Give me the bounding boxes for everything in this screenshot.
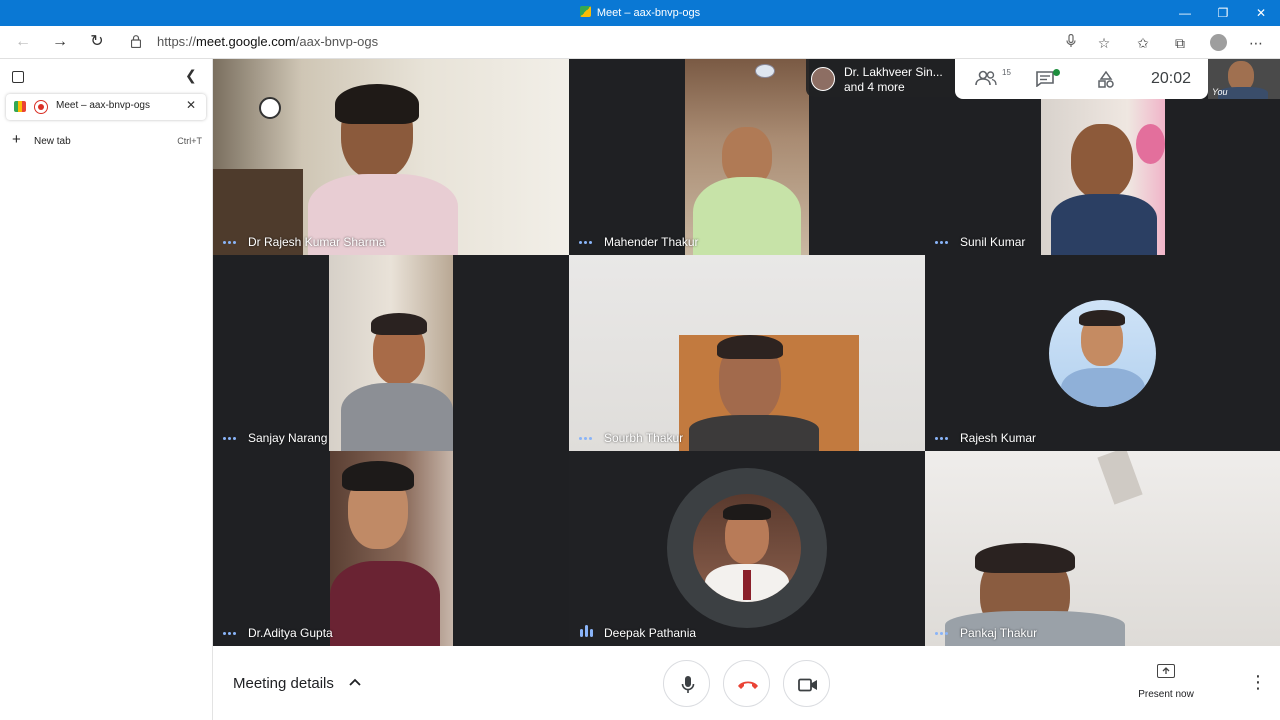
more-options-icon[interactable]: ⋮ — [1249, 672, 1267, 693]
tab-meet[interactable]: Meet – aax-bnvp-ogs ✕ — [6, 94, 206, 120]
url-field[interactable]: https://meet.google.com/aax-bnvp-ogs — [157, 34, 378, 49]
participant-tile[interactable]: Pankaj Thakur — [925, 451, 1280, 646]
back-icon[interactable]: ← — [12, 32, 34, 52]
camera-button[interactable] — [783, 660, 830, 707]
forward-icon[interactable]: → — [49, 32, 71, 52]
participant-tile[interactable]: Dr.Aditya Gupta — [213, 451, 569, 646]
profile-avatar-icon[interactable] — [1210, 34, 1227, 51]
avatar — [811, 67, 835, 91]
plus-icon: + — [12, 131, 21, 148]
leave-call-button[interactable] — [723, 660, 770, 707]
close-tab-icon[interactable]: ✕ — [186, 98, 196, 112]
tab-actions-icon[interactable] — [12, 71, 24, 83]
chevron-up-icon[interactable] — [349, 674, 361, 690]
microphone-icon — [664, 661, 711, 708]
participant-tile[interactable]: Deepak Pathania — [569, 451, 925, 646]
participant-video — [685, 59, 809, 255]
favorites-icon[interactable]: ✩ — [1132, 32, 1154, 54]
more-options-icon[interactable] — [935, 241, 949, 245]
microphone-icon[interactable] — [1060, 32, 1082, 54]
self-view-label: You — [1212, 87, 1228, 97]
more-options-icon[interactable] — [579, 437, 593, 441]
new-tab-button[interactable]: + New tab Ctrl+T — [12, 131, 202, 151]
url-domain: meet.google.com — [196, 34, 296, 49]
present-now-button[interactable]: Present now — [1126, 664, 1206, 700]
camera-icon — [784, 661, 831, 708]
collapse-sidebar-icon[interactable]: ❮ — [185, 67, 197, 84]
collections-icon[interactable]: ⧉ — [1169, 32, 1191, 54]
meet-favicon-icon — [579, 6, 591, 17]
people-icon[interactable] — [975, 70, 997, 86]
url-prefix: https:// — [157, 34, 197, 49]
participant-video — [569, 255, 925, 451]
recording-icon — [34, 100, 48, 114]
meet-favicon-icon — [14, 101, 26, 112]
more-options-icon[interactable] — [935, 632, 949, 636]
participant-video — [329, 255, 453, 451]
present-now-label: Present now — [1138, 689, 1194, 700]
window-title-text: Meet – aax-bnvp-ogs — [596, 7, 701, 19]
top-participants-info[interactable]: Dr. Lakhveer Sin... and 4 more — [806, 59, 955, 97]
refresh-icon[interactable]: ↻ — [86, 32, 108, 52]
browser-menu-icon[interactable]: ⋯ — [1245, 32, 1267, 54]
participant-name: Rajesh Kumar — [960, 431, 1037, 445]
hang-up-icon — [724, 661, 771, 708]
chat-icon[interactable] — [1036, 71, 1054, 87]
window-title: Meet – aax-bnvp-ogs — [0, 0, 1280, 26]
participant-tile[interactable]: Sourbh Thakur — [569, 255, 925, 451]
participant-avatar — [1049, 300, 1156, 407]
participant-video — [925, 451, 1280, 646]
tab-label: Meet – aax-bnvp-ogs — [56, 100, 150, 111]
more-options-icon[interactable] — [223, 437, 237, 441]
top-participant-name: Dr. Lakhveer Sin... — [844, 65, 943, 79]
participant-name: Sanjay Narang — [248, 431, 328, 445]
more-options-icon[interactable] — [223, 632, 237, 636]
participant-tile[interactable]: Dr Rajesh Kumar Sharma — [213, 59, 569, 255]
microphone-button[interactable] — [663, 660, 710, 707]
participant-name: Dr Rajesh Kumar Sharma — [248, 235, 386, 249]
participant-video — [1041, 99, 1165, 255]
add-favorite-icon[interactable]: ☆ — [1093, 32, 1115, 54]
more-options-icon[interactable] — [935, 437, 949, 441]
top-participant-more: and 4 more — [844, 80, 905, 94]
participant-name: Sourbh Thakur — [604, 431, 684, 445]
close-window-button[interactable]: ✕ — [1242, 0, 1280, 26]
participant-name: Deepak Pathania — [604, 626, 697, 640]
participant-name: Sunil Kumar — [960, 235, 1026, 249]
meeting-controls-bar: Meeting details Present now ⋮ — [213, 646, 1280, 720]
participant-name: Pankaj Thakur — [960, 626, 1038, 640]
minimize-button[interactable]: — — [1166, 0, 1204, 26]
more-options-icon[interactable] — [579, 241, 593, 245]
participant-video — [330, 451, 453, 646]
participant-name: Mahender Thakur — [604, 235, 699, 249]
more-options-icon[interactable] — [223, 241, 237, 245]
speaking-ring — [667, 468, 827, 628]
participant-tile[interactable]: Sanjay Narang — [213, 255, 569, 451]
lock-icon[interactable] — [131, 35, 141, 48]
speaking-indicator-icon — [580, 625, 594, 637]
self-view-tile[interactable]: You — [1208, 59, 1280, 99]
vertical-tabs-sidebar: ❮ Meet – aax-bnvp-ogs ✕ + New tab Ctrl+T — [0, 59, 213, 720]
new-tab-label: New tab — [34, 136, 71, 147]
activities-icon[interactable] — [1097, 71, 1115, 89]
participant-count-badge: 15 — [1002, 68, 1011, 77]
participant-name: Dr.Aditya Gupta — [248, 626, 333, 640]
restore-button[interactable]: ❐ — [1204, 0, 1242, 26]
meeting-tools-panel: 15 20:02 — [955, 59, 1208, 99]
chat-notification-dot — [1053, 69, 1060, 76]
participant-video — [213, 59, 569, 255]
participant-tile[interactable]: Rajesh Kumar — [925, 255, 1280, 451]
meeting-details-button[interactable]: Meeting details — [233, 675, 334, 692]
participant-avatar — [693, 494, 801, 602]
meeting-clock: 20:02 — [1151, 70, 1192, 87]
meet-video-grid: Dr Rajesh Kumar Sharma Mahender Thakur S… — [213, 59, 1280, 720]
url-path: /aax-bnvp-ogs — [295, 34, 379, 49]
address-bar: ← → ↻ https://meet.google.com/aax-bnvp-o… — [0, 26, 1280, 59]
window-titlebar: Meet – aax-bnvp-ogs — ❐ ✕ — [0, 0, 1280, 26]
new-tab-shortcut: Ctrl+T — [177, 136, 202, 146]
present-screen-icon — [1157, 664, 1175, 678]
